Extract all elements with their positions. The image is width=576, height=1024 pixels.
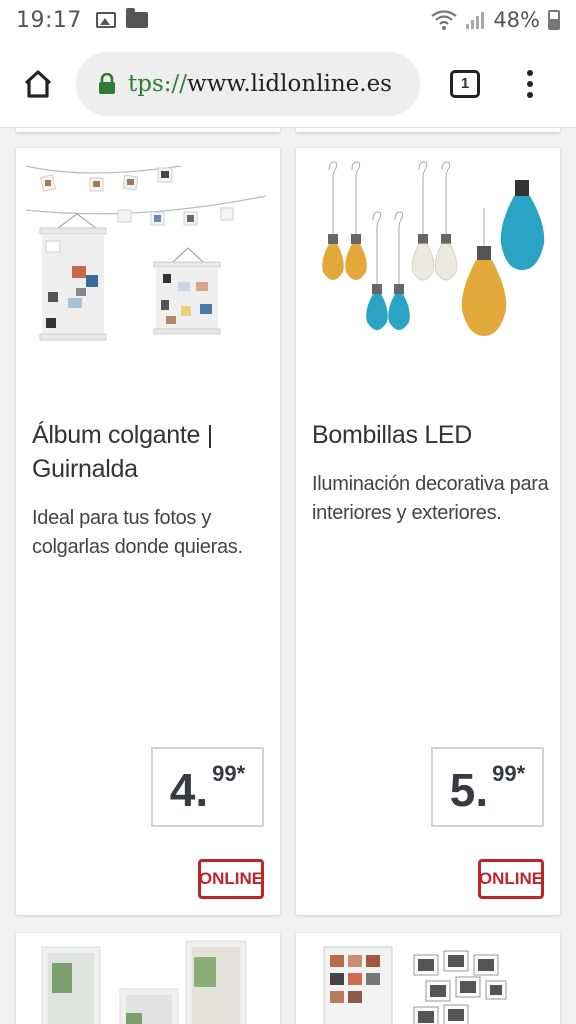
lock-icon <box>99 72 115 94</box>
product-card-next[interactable] <box>16 933 280 1024</box>
product-card-next[interactable] <box>296 933 560 1024</box>
product-image-photo-collage <box>323 946 507 1024</box>
browser-toolbar: tps://www.lidlonline.es 1 <box>0 40 576 128</box>
menu-dot-icon <box>527 69 533 76</box>
product-description: Iluminación decorativa para interiores y… <box>312 473 549 524</box>
online-badge: ONLINE <box>198 859 264 899</box>
signal-icon <box>466 12 485 29</box>
url-host: www.lidlonline.es <box>187 70 392 97</box>
online-badge: ONLINE <box>478 859 544 899</box>
image-notification-icon <box>95 12 116 28</box>
wifi-icon <box>431 10 457 30</box>
status-notification-icons <box>95 8 148 28</box>
battery-icon <box>548 10 560 30</box>
product-image-led-bulbs <box>322 161 545 336</box>
status-time: 19:17 <box>16 7 82 33</box>
overflow-menu-button[interactable] <box>526 69 534 98</box>
price-integer: 5. <box>449 764 489 816</box>
menu-dot-icon <box>527 80 533 87</box>
tab-count: 1 <box>460 75 470 92</box>
status-bar: 19:17 48% <box>0 0 576 40</box>
product-card-previous[interactable] <box>16 128 280 132</box>
price-decimal: 99* <box>212 761 246 786</box>
home-icon <box>24 69 52 98</box>
price-box: 4. 99* <box>151 747 264 827</box>
product-image-album <box>25 165 267 341</box>
page-content[interactable]: Álbum colgante | Guirnalda Ideal para tu… <box>0 128 576 1024</box>
url-scheme: tps:// <box>128 70 188 97</box>
price-decimal: 99* <box>492 761 526 786</box>
product-card-led-bulbs[interactable]: Bombillas LED Iluminación decorativa par… <box>296 148 560 915</box>
product-title[interactable]: Bombillas LED <box>312 418 548 452</box>
address-bar[interactable]: tps://www.lidlonline.es <box>76 51 420 116</box>
menu-dot-icon <box>527 91 533 98</box>
product-image-frames <box>41 940 247 1024</box>
price-integer: 4. <box>169 764 209 816</box>
product-card-previous[interactable] <box>296 128 560 132</box>
product-title[interactable]: Álbum colgante | Guirnalda <box>32 418 268 486</box>
price-box: 5. 99* <box>431 747 544 827</box>
product-card-album[interactable]: Álbum colgante | Guirnalda Ideal para tu… <box>16 148 280 915</box>
tab-switcher-button[interactable]: 1 <box>450 69 480 98</box>
home-button[interactable] <box>10 56 66 112</box>
status-system-icons: 48% <box>431 8 560 32</box>
product-description: Ideal para tus fotos y colgarlas donde q… <box>32 507 243 558</box>
folder-notification-icon <box>125 8 148 28</box>
battery-percentage: 48% <box>493 8 540 32</box>
url-text: tps://www.lidlonline.es <box>128 71 392 97</box>
